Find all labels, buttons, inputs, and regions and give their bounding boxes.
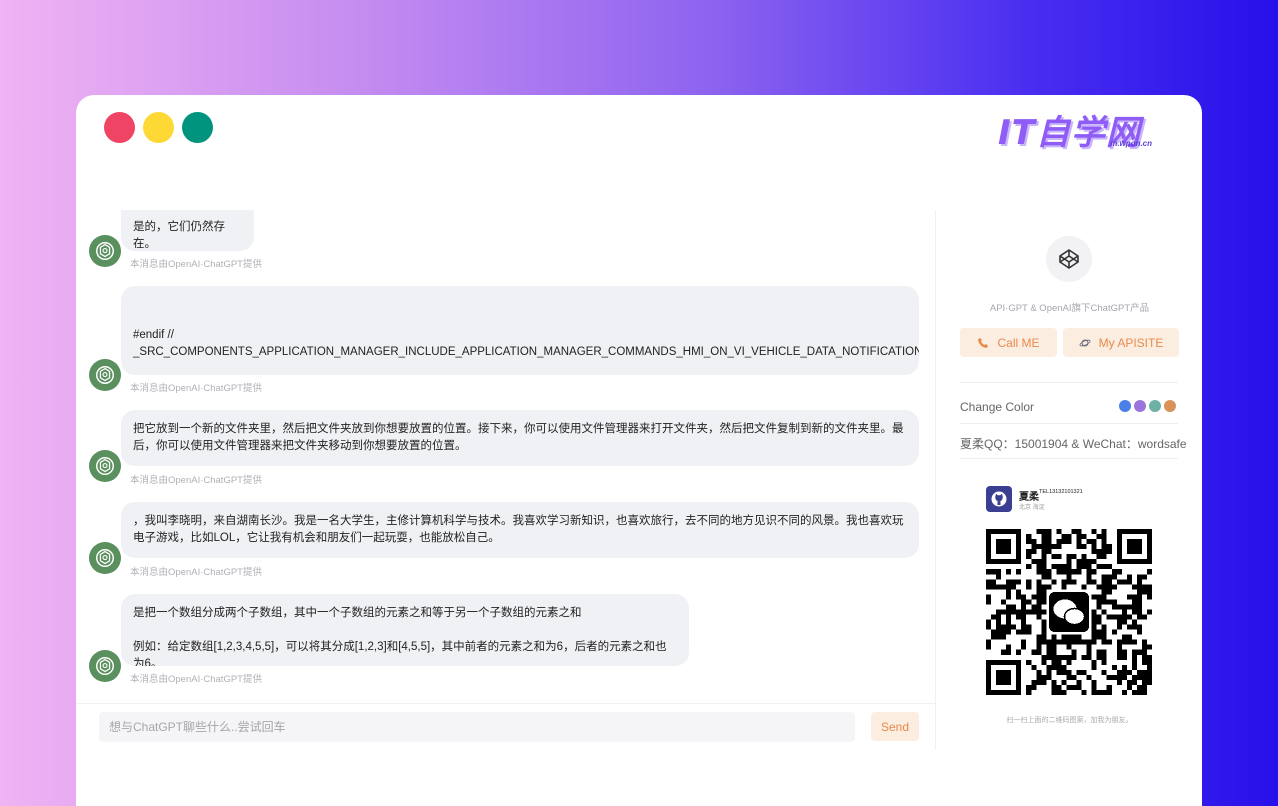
wechat-qr-card: 夏柔 TEL13132101321 北京 海淀 <box>986 486 1156 721</box>
color-swatch-teal[interactable] <box>1149 400 1161 412</box>
call-me-button[interactable]: Call ME <box>960 328 1057 357</box>
openai-icon <box>89 359 121 391</box>
tagline: API·GPT & OpenAI旗下ChatGPT产品 <box>989 303 1150 314</box>
app-window: IT自学网 m.wpon.cn 是的，它们仍然存在。 本消息由OpenAI·Ch… <box>76 95 1202 806</box>
qr-finder <box>986 659 1022 695</box>
window-controls <box>104 112 213 143</box>
send-button[interactable]: Send <box>871 712 919 741</box>
close-dot[interactable] <box>104 112 135 143</box>
divider <box>960 423 1178 424</box>
codepen-icon[interactable] <box>1046 236 1092 282</box>
wechat-icon <box>1048 591 1090 633</box>
openai-icon <box>89 450 121 482</box>
qr-owner-location: 北京 海淀 <box>1019 505 1045 511</box>
openai-icon <box>89 542 121 574</box>
qr-header: 夏柔 TEL13132101321 北京 海淀 <box>986 486 1156 512</box>
message-bubble: 是的，它们仍然存在。 <box>121 210 254 251</box>
qr-caption: 扫一扫上面的二维码图案，加我为朋友。 <box>1006 717 1133 724</box>
message-provider: 本消息由OpenAI·ChatGPT提供 <box>130 259 262 270</box>
qr-owner-tel: TEL13132101321 <box>1039 489 1083 495</box>
profile-sidebar: API·GPT & OpenAI旗下ChatGPT产品 Call ME My A… <box>935 210 1202 750</box>
logo-domain: m.wpon.cn <box>1110 139 1152 148</box>
qr-owner-name: 夏柔 <box>1019 492 1039 503</box>
color-swatch-blue[interactable] <box>1119 400 1131 412</box>
message-bubble: ，我叫李晓明，来自湖南长沙。我是一名大学生，主修计算机科学与技术。我喜欢学习新知… <box>121 502 919 558</box>
site-logo: IT自学网 m.wpon.cn <box>998 105 1168 153</box>
phone-icon <box>978 337 989 348</box>
chat-list: 是的，它们仍然存在。 本消息由OpenAI·ChatGPT提供 #endif /… <box>76 210 935 703</box>
message-provider: 本消息由OpenAI·ChatGPT提供 <box>130 567 262 578</box>
change-color-label: Change Color <box>960 400 1035 414</box>
color-swatches <box>1119 400 1176 412</box>
wechat-qr-code <box>986 529 1152 695</box>
my-apisite-label: My APISITE <box>1098 335 1164 350</box>
maximize-dot[interactable] <box>182 112 213 143</box>
message-bubble: #endif // _SRC_COMPONENTS_APPLICATION_MA… <box>121 286 919 375</box>
qr-finder <box>1116 529 1152 565</box>
divider <box>960 382 1178 383</box>
message-provider: 本消息由OpenAI·ChatGPT提供 <box>130 383 262 394</box>
openai-icon <box>89 235 121 267</box>
message-bubble: 把它放到一个新的文件夹里，然后把文件夹放到你想要放置的位置。接下来，你可以使用文… <box>121 410 919 466</box>
openai-icon <box>89 650 121 682</box>
chat-input-bar: Send <box>76 703 935 749</box>
minimize-dot[interactable] <box>143 112 174 143</box>
message-provider: 本消息由OpenAI·ChatGPT提供 <box>130 674 262 685</box>
github-icon <box>986 486 1012 512</box>
color-swatch-purple[interactable] <box>1134 400 1146 412</box>
planet-icon <box>1079 339 1091 346</box>
message-bubble: 是把一个数组分成两个子数组，其中一个子数组的元素之和等于另一个子数组的元素之和 … <box>121 594 689 666</box>
color-swatch-orange[interactable] <box>1164 400 1176 412</box>
qr-finder <box>986 529 1022 565</box>
chat-input[interactable] <box>99 712 855 742</box>
contact-info: 夏柔QQ：15001904 & WeChat：wordsafe <box>960 437 1187 451</box>
divider <box>960 458 1178 459</box>
call-me-label: Call ME <box>997 335 1040 350</box>
my-apisite-button[interactable]: My APISITE <box>1063 328 1179 357</box>
message-provider: 本消息由OpenAI·ChatGPT提供 <box>130 475 262 486</box>
